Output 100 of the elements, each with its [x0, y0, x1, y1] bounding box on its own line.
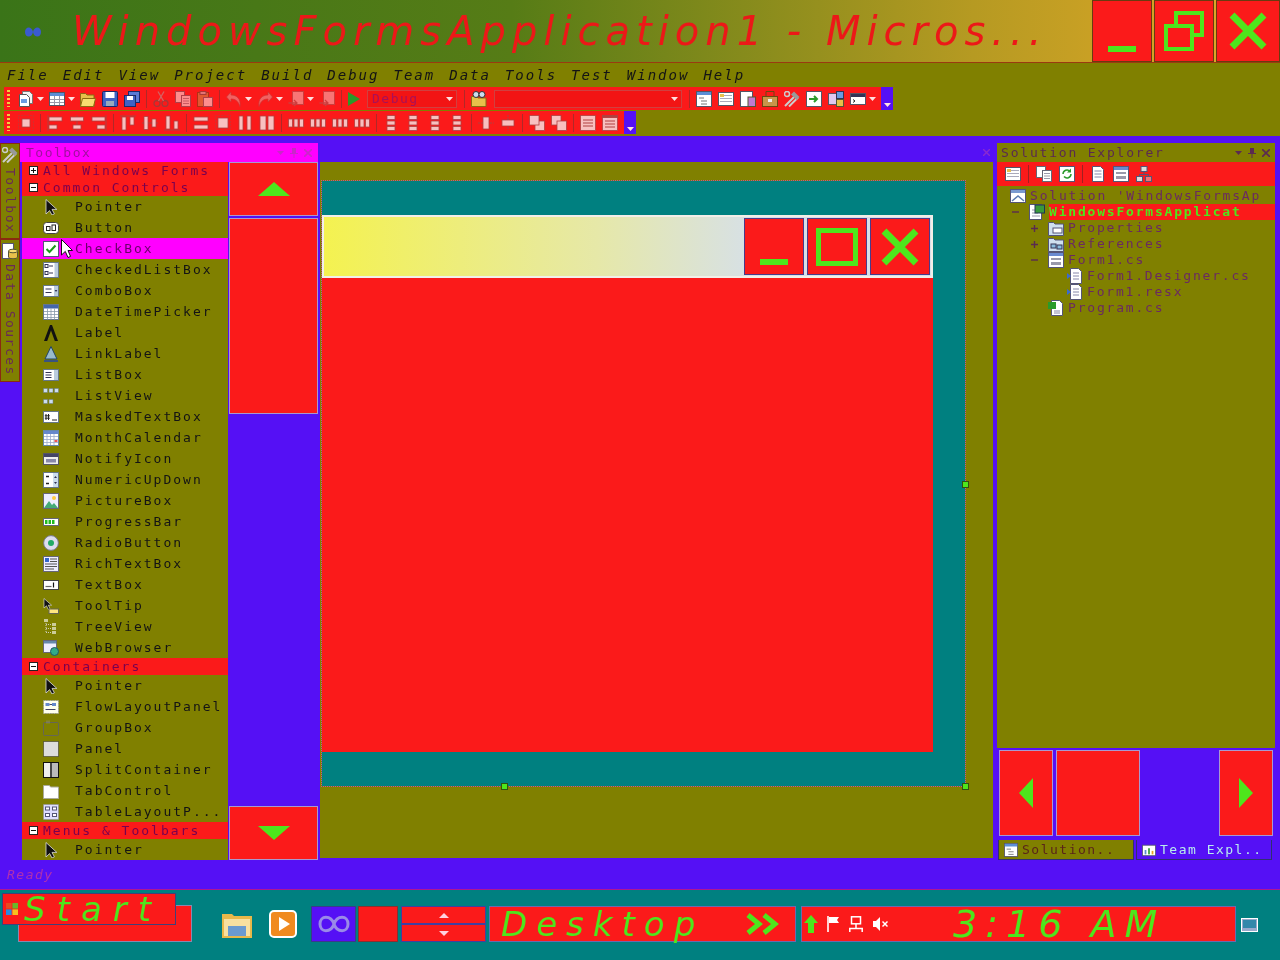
- panel-tab[interactable]: Solution..: [998, 840, 1134, 860]
- side-tab[interactable]: Data Sources: [0, 239, 20, 383]
- toolbox-item[interactable]: TextBox: [22, 574, 228, 595]
- toolbox-item[interactable]: PictureBox: [22, 490, 228, 511]
- close-button[interactable]: [1216, 0, 1280, 62]
- expand-toggle-icon[interactable]: [1031, 224, 1038, 232]
- caret-icon[interactable]: [276, 96, 283, 101]
- toolbox-group-header[interactable]: Containers: [22, 658, 228, 675]
- chevron-icon[interactable]: [745, 913, 779, 935]
- toolbox-item[interactable]: Panel: [22, 738, 228, 759]
- flag-icon[interactable]: [827, 916, 839, 932]
- start-button[interactable]: Start: [2, 893, 176, 925]
- toolbox-item[interactable]: GroupBox: [22, 717, 228, 738]
- center-vertically-icon[interactable]: [500, 114, 516, 131]
- tab-order-icon[interactable]: [580, 114, 596, 131]
- toolbox-item[interactable]: CheckedListBox: [22, 259, 228, 280]
- size-to-grid-icon[interactable]: [215, 114, 231, 131]
- find-in-files-icon[interactable]: [471, 90, 487, 107]
- toolbox-item[interactable]: FlowLayoutPanel: [22, 696, 228, 717]
- collapse-toggle-icon[interactable]: [29, 662, 38, 671]
- toolbox-item[interactable]: Pointer: [22, 196, 228, 217]
- menu-item[interactable]: File: [6, 66, 50, 83]
- caret-icon[interactable]: [68, 96, 75, 101]
- tree-item[interactable]: Solution 'WindowsFormsAp: [1030, 188, 1262, 204]
- caret-icon[interactable]: [1235, 150, 1242, 155]
- navigate-backward-icon[interactable]: [288, 90, 304, 107]
- align-left-icon[interactable]: [47, 114, 63, 131]
- save-icon[interactable]: [102, 90, 118, 107]
- menu-item[interactable]: Debug: [326, 66, 381, 83]
- align-right-icon[interactable]: [91, 114, 107, 131]
- toolbox-item[interactable]: RadioButton: [22, 532, 228, 553]
- collapse-toggle-icon[interactable]: [29, 826, 38, 835]
- class-view-icon[interactable]: [828, 90, 844, 107]
- align-top-icon[interactable]: [120, 114, 136, 131]
- toolbox-item[interactable]: ToolTip: [22, 595, 228, 616]
- align-to-grid-icon[interactable]: [18, 114, 34, 131]
- toolbox-item[interactable]: RichTextBox: [22, 553, 228, 574]
- solution-explorer-icon[interactable]: [696, 90, 712, 107]
- show-desktop-icon[interactable]: [1241, 918, 1258, 932]
- menu-item[interactable]: Build: [260, 66, 315, 83]
- toolbox-item[interactable]: TreeView: [22, 616, 228, 637]
- vertical-spacing-icon[interactable]: [383, 114, 399, 131]
- toolbar-grip[interactable]: [7, 114, 10, 131]
- media-player-icon[interactable]: [269, 910, 297, 938]
- network-icon[interactable]: [848, 916, 864, 932]
- resize-handle[interactable]: [962, 481, 969, 488]
- scroll-down-button[interactable]: [401, 924, 486, 942]
- close-icon[interactable]: [1262, 148, 1270, 157]
- tree-item[interactable]: Form1.resx: [1087, 284, 1184, 300]
- toolbox-item[interactable]: NumericUpDown: [22, 469, 228, 490]
- tree-item[interactable]: Properties: [1068, 220, 1165, 236]
- vertical-spacing-icon[interactable]: [427, 114, 443, 131]
- object-browser-icon[interactable]: [740, 90, 756, 107]
- caret-icon[interactable]: [307, 96, 314, 101]
- expand-toggle-icon[interactable]: [29, 166, 38, 175]
- bring-to-front-icon[interactable]: [529, 114, 545, 131]
- toolbox-icon[interactable]: [762, 90, 778, 107]
- cut-icon[interactable]: [153, 90, 169, 107]
- save-all-icon[interactable]: [124, 90, 140, 107]
- toolbox-item[interactable]: ListView: [22, 385, 228, 406]
- toolbox-item[interactable]: WebBrowser: [22, 637, 228, 658]
- toolbox-item[interactable]: LinkLabel: [22, 343, 228, 364]
- paste-icon[interactable]: [197, 90, 213, 107]
- caret-icon[interactable]: [245, 96, 252, 101]
- toolbar-grip[interactable]: [7, 90, 10, 107]
- pin-icon[interactable]: [1248, 147, 1256, 158]
- center-horizontally-icon[interactable]: [478, 114, 494, 131]
- minimize-button[interactable]: [1092, 0, 1152, 62]
- toolbox-item[interactable]: ProgressBar: [22, 511, 228, 532]
- close-button[interactable]: [870, 218, 930, 275]
- align-middle-icon[interactable]: [142, 114, 158, 131]
- scroll-up-button[interactable]: [229, 162, 318, 216]
- toolbox-item[interactable]: Label: [22, 322, 228, 343]
- resize-handle[interactable]: [501, 783, 508, 790]
- toolbox-group-header[interactable]: All Windows Forms: [22, 162, 228, 179]
- taskbar-button[interactable]: [311, 906, 356, 942]
- scroll-left-button[interactable]: [999, 750, 1053, 836]
- scrollbar-thumb[interactable]: [229, 218, 318, 414]
- toolbox-item[interactable]: MaskedTextBox: [22, 406, 228, 427]
- caret-icon[interactable]: [37, 96, 44, 101]
- toolbox-item[interactable]: SplitContainer: [22, 759, 228, 780]
- toolbar-overflow-button[interactable]: [624, 111, 636, 134]
- panel-tab[interactable]: Team Expl..: [1136, 840, 1272, 860]
- properties-icon[interactable]: [1005, 166, 1021, 182]
- toolbox-item[interactable]: ListBox: [22, 364, 228, 385]
- menu-item[interactable]: Help: [702, 66, 747, 83]
- vertical-spacing-icon[interactable]: [405, 114, 421, 131]
- side-tab[interactable]: Toolbox: [0, 143, 20, 240]
- scroll-up-button[interactable]: [401, 906, 486, 924]
- scroll-right-button[interactable]: [1219, 750, 1273, 836]
- menu-item[interactable]: Edit: [61, 66, 106, 83]
- tree-item[interactable]: Program.cs: [1068, 300, 1165, 316]
- up-arrow-icon[interactable]: [804, 915, 818, 933]
- lock-controls-icon[interactable]: [602, 114, 618, 131]
- align-bottom-icon[interactable]: [164, 114, 180, 131]
- view-designer-icon[interactable]: [1113, 166, 1129, 182]
- navigate-forward-icon[interactable]: [319, 90, 335, 107]
- properties-window-icon[interactable]: [718, 90, 734, 107]
- command-window-icon[interactable]: [850, 90, 866, 107]
- muted-speaker-icon[interactable]: [873, 916, 888, 932]
